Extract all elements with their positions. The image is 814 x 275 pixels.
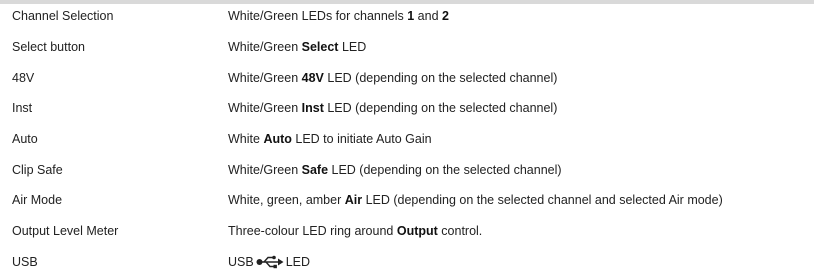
table-row: Channel Selection White/Green LEDs for ch… [0, 6, 814, 26]
control-name: USB [12, 255, 38, 269]
description-text: control. [437, 224, 483, 238]
description-text: USB [228, 255, 254, 269]
control-name: Inst [12, 101, 33, 115]
led-description: White/Green Select LED [228, 37, 366, 57]
control-name: Output Level Meter [12, 224, 119, 238]
bold-term: Air [344, 193, 363, 207]
description-text: LED (depending on the selected channel a… [362, 193, 723, 207]
table-row: Clip Safe White/Green Safe LED (depending… [0, 160, 814, 180]
control-name: Air Mode [12, 193, 63, 207]
description-text: LED [338, 40, 367, 54]
table-row: Auto White Auto LED to initiate Auto Gain [0, 129, 814, 149]
description-text: Three-colour LED ring around [228, 224, 397, 238]
led-description: White/Green Inst LED (depending on the s… [228, 98, 557, 118]
control-name: Clip Safe [12, 163, 63, 177]
description-text: White/Green [228, 163, 302, 177]
description-text: LED [285, 255, 311, 269]
table-row: Inst White/Green Inst LED (depending on t… [0, 98, 814, 118]
description-text: White/Green [228, 101, 302, 115]
control-name: Auto [12, 132, 38, 146]
bold-term: 48V [301, 71, 324, 85]
description-text: White/Green [228, 71, 302, 85]
bold-term: Output [396, 224, 438, 238]
led-description: White Auto LED to initiate Auto Gain [228, 129, 432, 149]
description-text: White/Green [228, 40, 302, 54]
description-text: White, green, amber [228, 193, 345, 207]
table-row: Select button White/Green Select LED [0, 37, 814, 57]
description-text: and [414, 9, 443, 23]
table-row: Output Level Meter Three-colour LED ring … [0, 221, 814, 241]
bold-term: Inst [301, 101, 324, 115]
control-name: Channel Selection [12, 9, 114, 23]
led-description: USB LED [228, 252, 310, 272]
bold-term: Auto [263, 132, 292, 146]
led-description: White/Green LEDs for channels 1 and 2 [228, 6, 449, 26]
led-description: White/Green Safe LED (depending on the s… [228, 160, 562, 180]
description-text: LED (depending on the selected channel) [323, 101, 558, 115]
description-text: LED (depending on the selected channel) [328, 163, 562, 177]
description-text: LED (depending on the selected channel) [323, 71, 558, 85]
top-divider [0, 0, 814, 4]
description-text: White [228, 132, 264, 146]
table-row: Air Mode White, green, amber Air LED (dep… [0, 190, 814, 210]
led-description: Three-colour LED ring around Output cont… [228, 221, 482, 241]
bold-term: Safe [301, 163, 329, 177]
table-row: USB USB LED [0, 252, 814, 272]
control-name: 48V [12, 71, 35, 85]
bold-term: 2 [442, 9, 449, 23]
led-description: White/Green 48V LED (depending on the se… [228, 68, 557, 88]
led-description: White, green, amber Air LED (depending o… [228, 190, 723, 210]
bold-term: Select [301, 40, 339, 54]
usb-icon [256, 255, 284, 268]
control-name: Select button [12, 40, 85, 54]
description-text: White/Green LEDs for channels [228, 9, 408, 23]
description-text: LED to initiate Auto Gain [291, 132, 432, 146]
table-row: 48V White/Green 48V LED (depending on the… [0, 68, 814, 88]
